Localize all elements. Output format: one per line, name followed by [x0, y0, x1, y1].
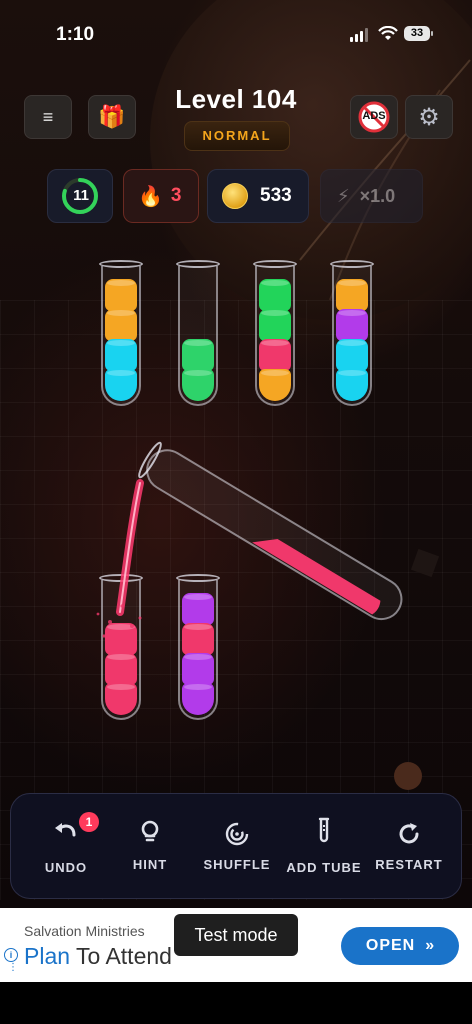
status-time: 1:10: [56, 24, 95, 45]
ad-info-icon[interactable]: i: [4, 948, 18, 962]
liquid-layer: [105, 623, 137, 655]
lightning-icon: ⚡: [337, 185, 350, 206]
liquid-layer: [259, 339, 291, 371]
toolbar: 1 UNDO HINT SHUFFLE ADD TUBE RESTART: [10, 793, 462, 899]
tube-rim: [176, 574, 220, 582]
no-ads-label: ADS: [362, 110, 386, 122]
liquid-layer: [182, 683, 214, 715]
liquid-layer: [182, 623, 214, 655]
signal-icon: [350, 28, 368, 42]
liquid-layer: [259, 309, 291, 341]
level-title: Level 104: [175, 84, 297, 114]
settings-button[interactable]: ⚙: [405, 95, 453, 139]
difficulty-badge: NORMAL: [184, 121, 290, 151]
status-bar: 1:10 33: [0, 24, 472, 48]
liquid-layer: [105, 279, 137, 311]
liquid-layer: [259, 279, 291, 311]
hint-button[interactable]: HINT: [107, 794, 193, 898]
tube-rim: [99, 574, 143, 582]
liquid-layer: [105, 339, 137, 371]
home-indicator-area: [0, 982, 472, 1024]
coins-counter: 533: [207, 169, 309, 223]
test-tube[interactable]: [178, 580, 218, 720]
ad-open-label: OPEN: [365, 937, 416, 954]
test-tube[interactable]: [332, 266, 372, 406]
ad-open-button[interactable]: OPEN »: [341, 927, 459, 965]
restart-label: RESTART: [375, 857, 443, 872]
ad-banner[interactable]: Salvation Ministries i ⋮ Plan To Attend …: [0, 908, 472, 982]
gear-icon: ⚙: [418, 103, 440, 131]
coin-icon: [222, 183, 248, 209]
ad-advertiser: Salvation Ministries: [24, 923, 145, 939]
ad-headline-strong: Plan: [24, 943, 71, 969]
tube-rim: [253, 260, 297, 268]
liquid-layer: [105, 653, 137, 685]
liquid-layer: [182, 369, 214, 401]
undo-badge: 1: [79, 812, 99, 832]
streak-count: 3: [170, 185, 182, 206]
wifi-icon: [378, 26, 398, 40]
test-mode-text: Test mode: [194, 925, 278, 945]
moves-count: 11: [73, 187, 89, 204]
liquid-layer: [105, 369, 137, 401]
test-tube[interactable]: [178, 266, 218, 406]
moves-counter: 11: [47, 169, 113, 223]
multiplier-value: ×1.0: [359, 185, 396, 206]
liquid-layer: [182, 339, 214, 371]
ad-headline-rest: To Attend: [76, 943, 172, 969]
liquid-layer: [336, 339, 368, 371]
hint-label: HINT: [132, 857, 168, 872]
undo-icon: [55, 823, 76, 837]
shuffle-button[interactable]: SHUFFLE: [194, 794, 280, 898]
tube-rim: [176, 260, 220, 268]
restart-icon: [399, 823, 419, 844]
test-mode-label: Test mode: [174, 914, 298, 956]
restart-button[interactable]: RESTART: [366, 794, 452, 898]
liquid-layer: [105, 309, 137, 341]
shuffle-spiral-icon: [225, 822, 249, 846]
test-tube-icon: [318, 817, 330, 843]
liquid-layer: [105, 683, 137, 715]
ad-options-icon[interactable]: ⋮: [8, 963, 18, 973]
test-tube[interactable]: [255, 266, 295, 406]
multiplier-badge: ⚡ ×1.0: [320, 169, 423, 223]
battery-icon: 33: [404, 26, 433, 41]
add-tube-button[interactable]: ADD TUBE: [281, 794, 367, 898]
shuffle-label: SHUFFLE: [203, 857, 271, 872]
undo-label: UNDO: [44, 860, 88, 875]
liquid-layer: [336, 279, 368, 311]
add-tube-label: ADD TUBE: [286, 860, 362, 875]
undo-button[interactable]: 1 UNDO: [23, 794, 109, 898]
test-tube[interactable]: [101, 266, 141, 406]
fire-icon: 🔥: [138, 185, 163, 208]
double-chevron-icon: »: [425, 937, 435, 954]
liquid-layer: [182, 593, 214, 625]
no-ads-icon: ADS: [358, 101, 390, 133]
liquid-layer: [336, 309, 368, 341]
tube-rim: [99, 260, 143, 268]
lightbulb-icon: [141, 820, 159, 842]
ad-headline: Plan To Attend: [24, 943, 172, 970]
streak-counter: 🔥 3: [123, 169, 199, 223]
no-ads-button[interactable]: ADS: [350, 95, 398, 139]
coins-count: 533: [260, 185, 292, 206]
liquid-layer: [259, 369, 291, 401]
liquid-layer: [182, 653, 214, 685]
test-tube[interactable]: [101, 580, 141, 720]
liquid-layer: [336, 369, 368, 401]
tube-rim: [330, 260, 374, 268]
